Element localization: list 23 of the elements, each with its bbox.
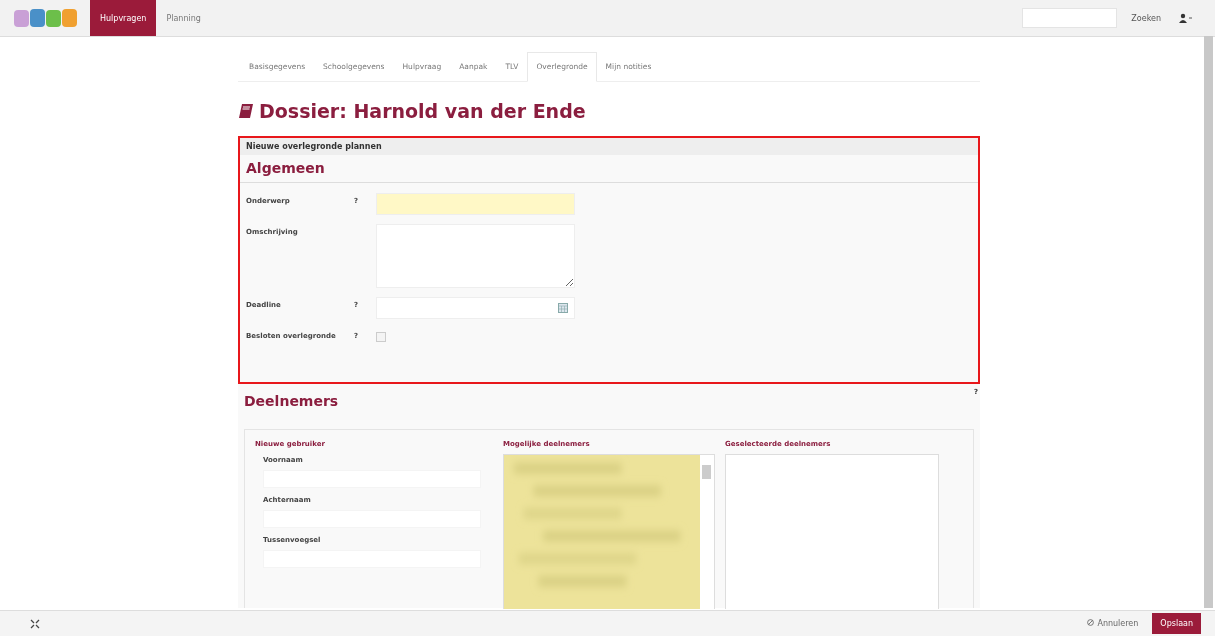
nav-link[interactable]: Planning: [156, 0, 211, 36]
scrollbar[interactable]: [1204, 36, 1213, 608]
logo-icon[interactable]: [14, 7, 80, 29]
search-field[interactable]: [1022, 8, 1118, 28]
save-button[interactable]: Opslaan: [1152, 613, 1201, 634]
input-field[interactable]: [376, 193, 575, 215]
nav-link[interactable]: Hulpvragen: [90, 0, 157, 36]
calendar-icon[interactable]: [558, 303, 568, 313]
date-field[interactable]: [376, 297, 575, 319]
cancel-button[interactable]: Annuleren: [1081, 618, 1145, 629]
list-box[interactable]: [725, 454, 939, 609]
cancel-icon: [1087, 619, 1095, 626]
book-icon: [238, 103, 254, 119]
page-title: Dossier: Harnold van der Ende: [259, 100, 586, 122]
panel-heading: Nieuwe overlegronde plannen: [240, 138, 978, 155]
scrollbar[interactable]: [702, 465, 711, 479]
section-title: Deelnemers: [244, 392, 340, 411]
checkbox[interactable]: [376, 332, 386, 342]
user-menu-icon[interactable]: [1179, 13, 1193, 23]
text-area[interactable]: [376, 224, 575, 288]
search-button[interactable]: Zoeken: [1125, 12, 1167, 24]
section-title: Algemeen: [240, 155, 978, 183]
collapse-icon[interactable]: [30, 618, 40, 629]
